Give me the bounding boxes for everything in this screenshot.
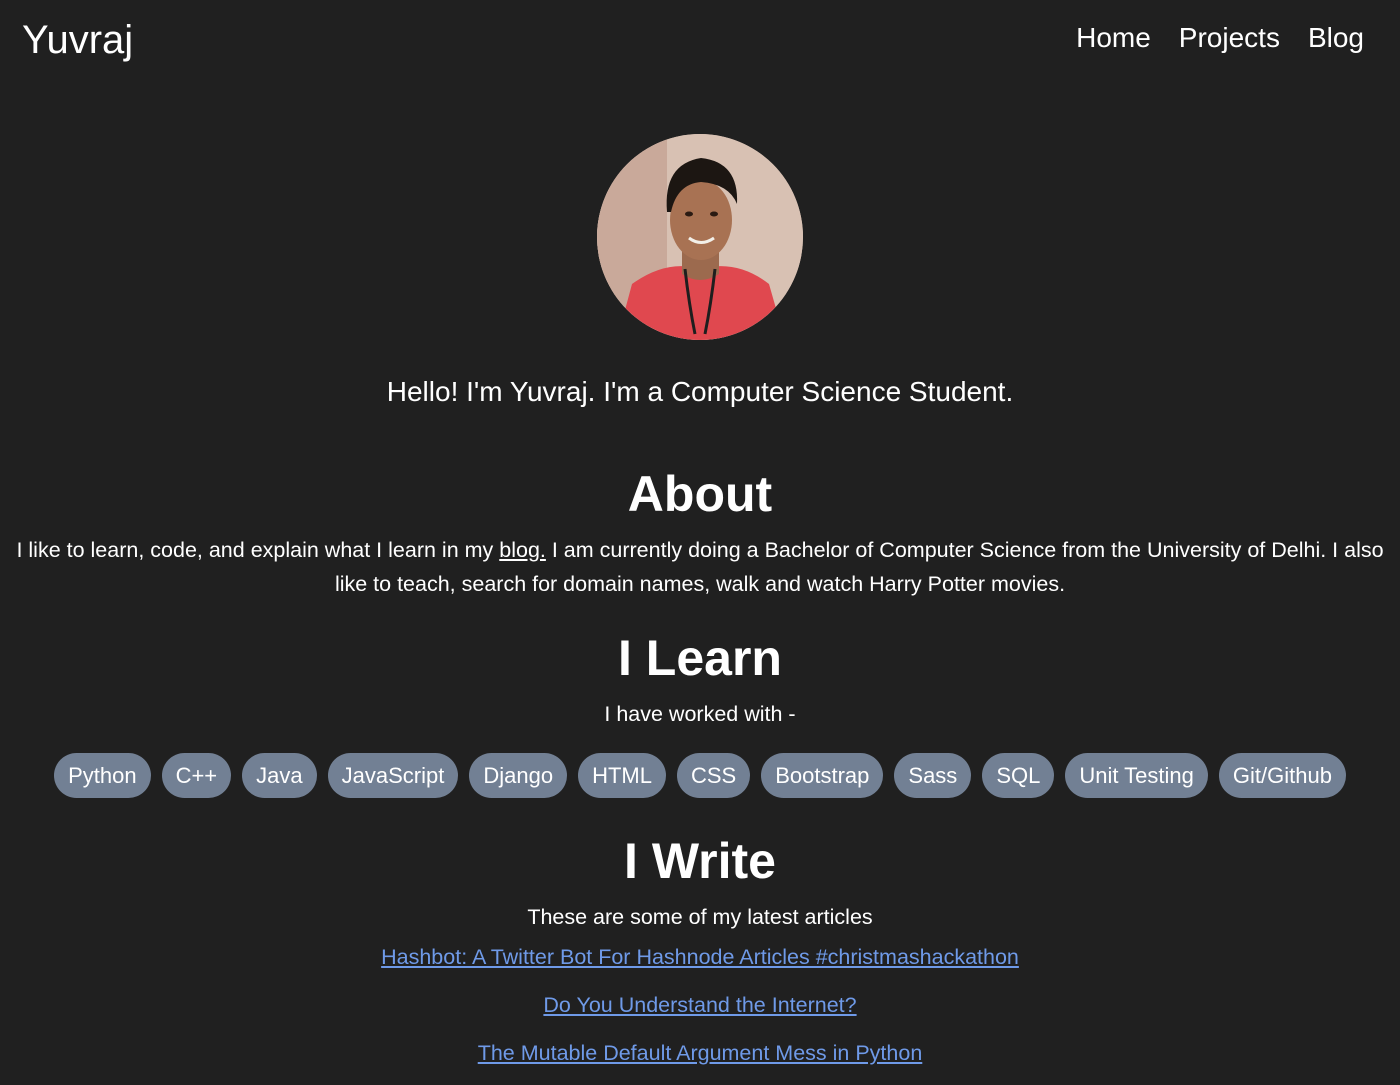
skill-badge: SQL	[982, 753, 1055, 798]
write-title: I Write	[624, 833, 776, 889]
articles-list: Hashbot: A Twitter Bot For Hashnode Arti…	[0, 941, 1400, 1085]
about-text-start: I like to learn, code, and explain what …	[16, 538, 500, 562]
skill-badge: Java	[242, 753, 317, 798]
about-title: About	[627, 466, 773, 522]
learn-subtitle: I have worked with -	[604, 702, 796, 726]
skill-badge: CSS	[676, 753, 751, 798]
intro-text: Hello! I'm Yuvraj. I'm a Computer Scienc…	[386, 376, 1014, 407]
skill-badge: Python	[54, 753, 151, 798]
write-subtitle: These are some of my latest articles	[527, 905, 873, 929]
nav-link-home[interactable]: Home	[1076, 20, 1151, 56]
skill-badge: Git/Github	[1218, 753, 1346, 798]
article-link[interactable]: Hashbot: A Twitter Bot For Hashnode Arti…	[0, 941, 1400, 973]
skill-badge: Unit Testing	[1065, 753, 1208, 798]
brand-link[interactable]: Yuvraj	[22, 16, 133, 64]
skill-badge: Bootstrap	[761, 753, 884, 798]
blog-link[interactable]: blog.	[499, 538, 546, 562]
skill-badge: Django	[469, 753, 568, 798]
nav-link-blog[interactable]: Blog	[1308, 20, 1364, 56]
article-link[interactable]: Do You Understand the Internet?	[0, 989, 1400, 1021]
skill-badge: HTML	[578, 753, 666, 798]
skill-badge: C++	[161, 753, 232, 798]
about-text: I like to learn, code, and explain what …	[8, 533, 1392, 601]
avatar-photo-illustration	[597, 134, 803, 340]
skills-list: Python C++ Java JavaScript Django HTML C…	[0, 753, 1400, 798]
navbar: Yuvraj Home Projects Blog	[0, 0, 1400, 84]
avatar	[597, 134, 803, 340]
skill-badge: Sass	[894, 753, 972, 798]
nav-link-projects[interactable]: Projects	[1179, 20, 1280, 56]
article-link[interactable]: The Mutable Default Argument Mess in Pyt…	[0, 1037, 1400, 1069]
nav-links: Home Projects Blog	[1076, 20, 1364, 56]
learn-title: I Learn	[618, 630, 782, 686]
skill-badge: JavaScript	[327, 753, 459, 798]
